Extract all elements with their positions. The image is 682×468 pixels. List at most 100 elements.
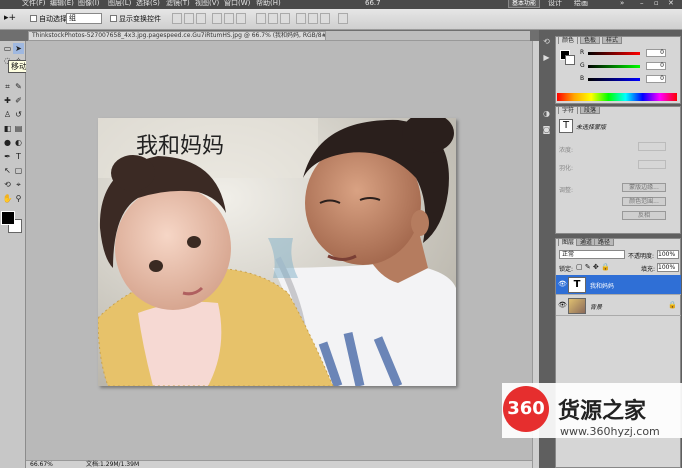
tab-styles[interactable]: 样式 xyxy=(602,36,623,44)
menu-layer[interactable]: 图层(L) xyxy=(108,0,131,8)
layer-row[interactable]: 👁 T 我和妈妈 xyxy=(556,275,681,295)
masks-panel: 字符 段落 T 未选择蒙版 浓度: 羽化: 调整: 蒙版边缘... 颜色范围..… xyxy=(555,106,681,234)
close-icon[interactable]: ✕ xyxy=(668,0,674,8)
history-brush-icon[interactable]: ↺ xyxy=(13,109,24,120)
document-tab[interactable]: ThinkstockPhotos-527007658_4x3.jpg.pages… xyxy=(28,31,326,41)
density-field[interactable] xyxy=(638,142,666,151)
distribute-hcenter-icon[interactable] xyxy=(308,13,318,24)
g-slider[interactable] xyxy=(588,65,640,68)
auto-align-icon[interactable] xyxy=(338,13,348,24)
marquee-tool-icon[interactable]: ▭ xyxy=(2,43,13,54)
healing-brush-icon[interactable]: ✚ xyxy=(2,95,13,106)
panel-adjust-icon[interactable]: ◑ xyxy=(541,108,552,119)
menu-select[interactable]: 选择(S) xyxy=(136,0,160,8)
distribute-top-icon[interactable] xyxy=(256,13,266,24)
b-value[interactable]: 0 xyxy=(646,75,666,83)
type-tool-icon[interactable]: T xyxy=(13,151,24,162)
g-value[interactable]: 0 xyxy=(646,62,666,70)
tab-paths[interactable]: 路径 xyxy=(594,238,615,246)
move-tool-icon[interactable]: ▸+ xyxy=(4,13,16,23)
path-select-icon[interactable]: ↖ xyxy=(2,165,13,176)
align-vcenter-icon[interactable] xyxy=(184,13,194,24)
distribute-vcenter-icon[interactable] xyxy=(268,13,278,24)
color-range-button[interactable]: 颜色范围... xyxy=(622,197,666,206)
workspace-design[interactable]: 设计 xyxy=(548,0,562,8)
panel-mask-icon[interactable]: ◙ xyxy=(541,124,552,135)
tab-color[interactable]: 颜色 xyxy=(558,36,579,44)
menu-file[interactable]: 文件(F) xyxy=(22,0,46,8)
panel-history-icon[interactable]: ⟲ xyxy=(541,36,552,47)
r-slider[interactable] xyxy=(588,52,640,55)
opacity-field[interactable]: 100% xyxy=(657,250,679,259)
align-right-icon[interactable] xyxy=(236,13,246,24)
align-left-icon[interactable] xyxy=(212,13,222,24)
3d-camera-icon[interactable]: ⌖ xyxy=(13,179,24,190)
lock-icons[interactable]: ▢ ✎ ✥ 🔒 xyxy=(576,263,610,271)
status-doc-size: 文档:1.29M/1.39M xyxy=(86,461,140,468)
zoom-readout[interactable]: 66.7 xyxy=(365,0,381,8)
blend-mode-dropdown[interactable]: 正常 xyxy=(559,250,625,259)
menu-filter[interactable]: 滤镜(T) xyxy=(166,0,190,8)
show-transform-checkbox[interactable] xyxy=(110,15,117,22)
r-label: R xyxy=(580,49,585,56)
menu-view[interactable]: 视图(V) xyxy=(195,0,219,8)
panel-background-swatch[interactable] xyxy=(565,55,575,65)
align-hcenter-icon[interactable] xyxy=(224,13,234,24)
3d-rotate-icon[interactable]: ⟲ xyxy=(2,179,13,190)
layer-name[interactable]: 背景 xyxy=(590,302,602,311)
clone-stamp-icon[interactable]: ♙ xyxy=(2,109,13,120)
fill-field[interactable]: 100% xyxy=(657,263,679,272)
feather-field[interactable] xyxy=(638,160,666,169)
shape-tool-icon[interactable]: ▢ xyxy=(13,165,24,176)
invert-button[interactable]: 反相 xyxy=(622,211,666,220)
auto-select-checkbox[interactable] xyxy=(30,15,37,22)
layer-row[interactable]: 👁 背景 🔒 xyxy=(556,296,681,316)
panel-actions-icon[interactable]: ▶ xyxy=(541,52,552,63)
auto-select-dropdown[interactable]: 组 xyxy=(66,13,102,24)
mask-edge-button[interactable]: 蒙版边缘... xyxy=(622,183,666,192)
b-slider[interactable] xyxy=(588,78,640,81)
options-bar: ▸+ 自动选择: 组 显示变换控件 xyxy=(0,9,682,30)
menu-window[interactable]: 窗口(W) xyxy=(224,0,250,8)
restore-icon[interactable]: ▫ xyxy=(654,0,659,8)
crop-tool-icon[interactable]: ⌗ xyxy=(2,81,13,92)
expand-icon[interactable]: » xyxy=(620,0,624,8)
visibility-eye-icon[interactable]: 👁 xyxy=(558,302,567,309)
blur-tool-icon[interactable]: ● xyxy=(2,137,13,148)
move-tool-icon[interactable]: ➤ xyxy=(13,43,24,54)
align-top-icon[interactable] xyxy=(172,13,182,24)
hand-tool-icon[interactable]: ✋ xyxy=(2,193,13,204)
tab-channels[interactable]: 通道 xyxy=(576,238,597,246)
align-bottom-icon[interactable] xyxy=(196,13,206,24)
color-spectrum[interactable] xyxy=(557,93,677,101)
menu-help[interactable]: 帮助(H) xyxy=(256,0,281,8)
distribute-bottom-icon[interactable] xyxy=(280,13,290,24)
tab-layers[interactable]: 图层 xyxy=(558,238,579,246)
distribute-right-icon[interactable] xyxy=(320,13,330,24)
menu-edit[interactable]: 编辑(E) xyxy=(50,0,74,8)
show-transform-label: 显示变换控件 xyxy=(119,15,161,23)
eraser-tool-icon[interactable]: ◧ xyxy=(2,123,13,134)
brush-tool-icon[interactable]: ✐ xyxy=(13,95,24,106)
layer-name[interactable]: 我和妈妈 xyxy=(590,281,614,290)
distribute-left-icon[interactable] xyxy=(296,13,306,24)
tab-character[interactable]: 字符 xyxy=(558,106,579,114)
eyedropper-icon[interactable]: ✎ xyxy=(13,81,24,92)
text-layer-content[interactable]: 我和妈妈 xyxy=(136,128,224,160)
workspace-button[interactable]: 基本功能 xyxy=(508,0,541,8)
zoom-tool-icon[interactable]: ⚲ xyxy=(13,193,24,204)
pen-tool-icon[interactable]: ✒ xyxy=(2,151,13,162)
tab-swatches[interactable]: 色板 xyxy=(580,36,601,44)
gradient-tool-icon[interactable]: ▤ xyxy=(13,123,24,134)
menu-image[interactable]: 图像(I) xyxy=(78,0,100,8)
tab-paragraph[interactable]: 段落 xyxy=(580,106,601,114)
visibility-eye-icon[interactable]: 👁 xyxy=(558,281,567,288)
layer-thumbnail: T xyxy=(568,277,586,293)
status-zoom[interactable]: 66.67% xyxy=(30,461,53,468)
mask-status: 未选择蒙版 xyxy=(576,124,607,131)
r-value[interactable]: 0 xyxy=(646,49,666,57)
minimize-icon[interactable]: – xyxy=(640,0,644,8)
workspace-draw[interactable]: 绘画 xyxy=(574,0,588,8)
dodge-tool-icon[interactable]: ◐ xyxy=(13,137,24,148)
status-bar: 66.67% 文档:1.29M/1.39M xyxy=(26,460,532,468)
